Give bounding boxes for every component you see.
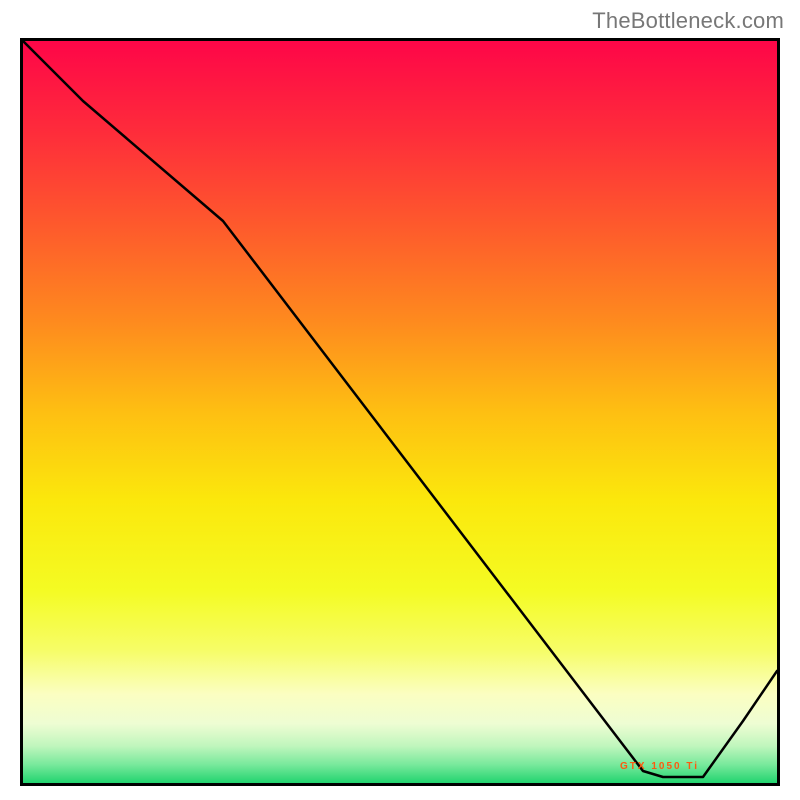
chart-container: TheBottleneck.com xyxy=(0,0,800,800)
marker-label: GTX 1050 Ti xyxy=(620,761,699,772)
plot-area: GTX 1050 Ti xyxy=(20,38,780,786)
watermark-text: TheBottleneck.com xyxy=(592,8,784,34)
series-line xyxy=(23,41,777,783)
